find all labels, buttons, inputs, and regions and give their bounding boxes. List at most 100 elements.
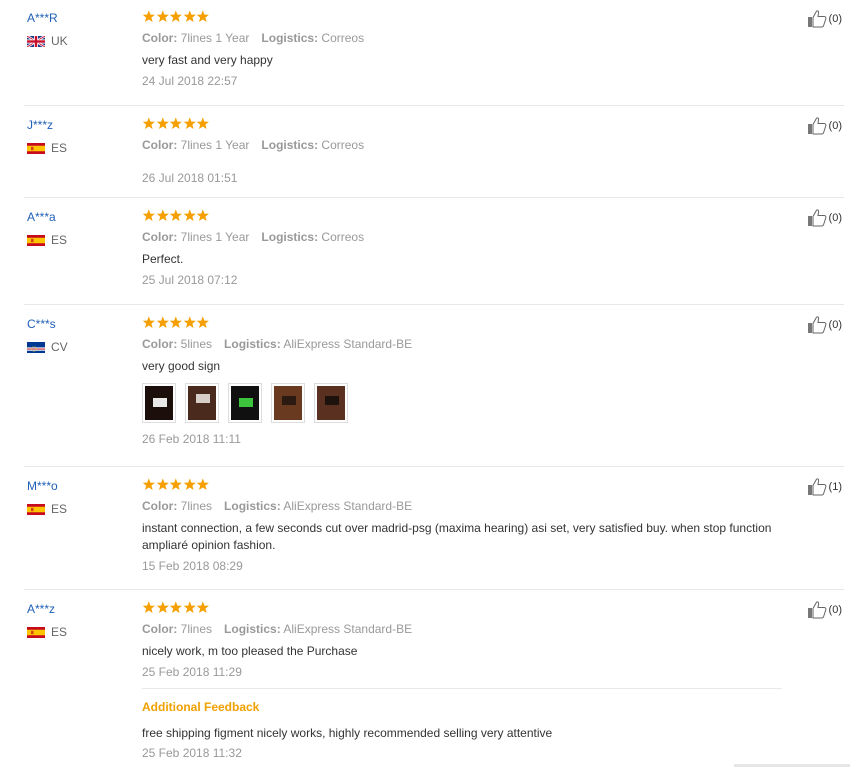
user-country: ES	[27, 233, 127, 247]
user-name-link[interactable]: A***a	[27, 209, 127, 225]
review-info: Color: 7lines 1 Year Logistics: Correos	[142, 229, 782, 245]
country-code: ES	[51, 502, 68, 516]
star-icon	[156, 209, 170, 222]
review-body: Color: 5lines Logistics: AliExpress Stand…	[142, 316, 782, 447]
star-rating	[142, 209, 782, 224]
thumbs-up-icon	[807, 601, 827, 619]
star-icon	[196, 478, 210, 491]
star-icon	[156, 478, 170, 491]
helpful-count: (0)	[828, 13, 842, 25]
helpful-button[interactable]: (0)	[807, 209, 842, 227]
helpful-count: (0)	[828, 212, 842, 224]
helpful-button[interactable]: (0)	[807, 117, 842, 135]
review-photo-thumbnail[interactable]	[228, 383, 262, 423]
star-icon	[142, 316, 156, 329]
star-icon	[183, 117, 197, 130]
user-country: ES	[27, 141, 127, 155]
logistics-label: Logistics:	[261, 230, 319, 244]
helpful-button[interactable]: (0)	[807, 601, 842, 619]
color-label: Color:	[142, 138, 178, 152]
thumbs-up-icon	[807, 10, 827, 28]
helpful-count: (1)	[828, 481, 842, 493]
star-icon	[183, 209, 197, 222]
user-country: ES	[27, 502, 127, 516]
color-label: Color:	[142, 31, 178, 45]
logistics-label: Logistics:	[261, 31, 319, 45]
user-name-link[interactable]: C***s	[27, 316, 127, 332]
helpful-count: (0)	[828, 604, 842, 616]
review-info: Color: 7lines 1 Year Logistics: Correos	[142, 30, 782, 46]
user-name-link[interactable]: A***R	[27, 10, 127, 26]
cv-flag-icon	[27, 341, 45, 353]
color-label: Color:	[142, 337, 178, 351]
review-photo-thumbnail[interactable]	[142, 383, 176, 423]
star-rating	[142, 117, 782, 132]
color-value: 7lines 1 Year	[180, 31, 250, 45]
additional-feedback: Additional Feedback free shipping figmen…	[142, 688, 782, 761]
review-user: J***z ES	[27, 117, 127, 155]
additional-feedback-title: Additional Feedback	[142, 700, 260, 714]
star-icon	[183, 478, 197, 491]
uk-flag-icon	[27, 35, 45, 47]
star-icon	[169, 316, 183, 329]
review-item: A***R UK Color: 7lines 1 Year Logistics: …	[24, 10, 844, 106]
helpful-button[interactable]: (0)	[807, 10, 842, 28]
helpful-count: (0)	[828, 120, 842, 132]
star-icon	[169, 478, 183, 491]
review-user: A***z ES	[27, 601, 127, 639]
review-info: Color: 7lines Logistics: AliExpress Stand…	[142, 621, 782, 637]
review-content: Perfect.	[142, 252, 184, 266]
review-date: 15 Feb 2018 08:29	[142, 559, 243, 573]
review-item: M***o ES Color: 7lines Logistics: AliExpr…	[24, 478, 844, 590]
review-date: 24 Jul 2018 22:57	[142, 74, 238, 88]
logistics-value: Correos	[321, 230, 365, 244]
country-code: ES	[51, 141, 68, 155]
review-user: M***o ES	[27, 478, 127, 516]
review-date: 25 Feb 2018 11:29	[142, 665, 242, 679]
review-info: Color: 7lines 1 Year Logistics: Correos	[142, 137, 782, 153]
logistics-label: Logistics:	[261, 138, 319, 152]
user-name-link[interactable]: A***z	[27, 601, 127, 617]
logistics-label: Logistics:	[224, 337, 281, 351]
logistics-value: AliExpress Standard-BE	[283, 622, 413, 636]
star-icon	[196, 316, 210, 329]
color-label: Color:	[142, 499, 178, 513]
review-photo-thumbnail[interactable]	[185, 383, 219, 423]
star-rating	[142, 478, 782, 493]
review-photo-thumbnail[interactable]	[271, 383, 305, 423]
review-content: instant connection, a few seconds cut ov…	[142, 521, 772, 552]
es-flag-icon	[27, 142, 45, 154]
logistics-value: Correos	[321, 31, 365, 45]
star-icon	[196, 209, 210, 222]
logistics-label: Logistics:	[224, 622, 281, 636]
star-icon	[196, 601, 210, 614]
review-date: 26 Feb 2018 11:11	[142, 432, 241, 446]
user-name-link[interactable]: M***o	[27, 478, 127, 494]
star-icon	[156, 316, 170, 329]
review-content: very good sign	[142, 359, 221, 373]
star-icon	[142, 209, 156, 222]
logistics-value: Correos	[321, 138, 365, 152]
helpful-button[interactable]: (0)	[807, 316, 842, 334]
country-code: CV	[51, 340, 68, 354]
helpful-button[interactable]: (1)	[807, 478, 842, 496]
star-icon	[156, 117, 170, 130]
country-code: ES	[51, 233, 68, 247]
logistics-label: Logistics:	[224, 499, 281, 513]
star-icon	[183, 601, 197, 614]
user-name-link[interactable]: J***z	[27, 117, 127, 133]
logistics-value: AliExpress Standard-BE	[283, 337, 413, 351]
color-label: Color:	[142, 622, 178, 636]
star-icon	[156, 10, 170, 23]
color-value: 7lines	[180, 622, 213, 636]
star-rating	[142, 316, 782, 331]
country-code: UK	[51, 34, 68, 48]
color-value: 7lines 1 Year	[180, 230, 250, 244]
review-body: Color: 7lines 1 Year Logistics: Correos v…	[142, 10, 782, 89]
additional-feedback-date: 25 Feb 2018 11:32	[142, 746, 242, 760]
review-content	[142, 159, 812, 163]
review-item: A***z ES Color: 7lines Logistics: AliExpr…	[24, 601, 844, 767]
review-body: Color: 7lines 1 Year Logistics: Correos P…	[142, 209, 782, 288]
review-photo-thumbnail[interactable]	[314, 383, 348, 423]
star-icon	[142, 478, 156, 491]
